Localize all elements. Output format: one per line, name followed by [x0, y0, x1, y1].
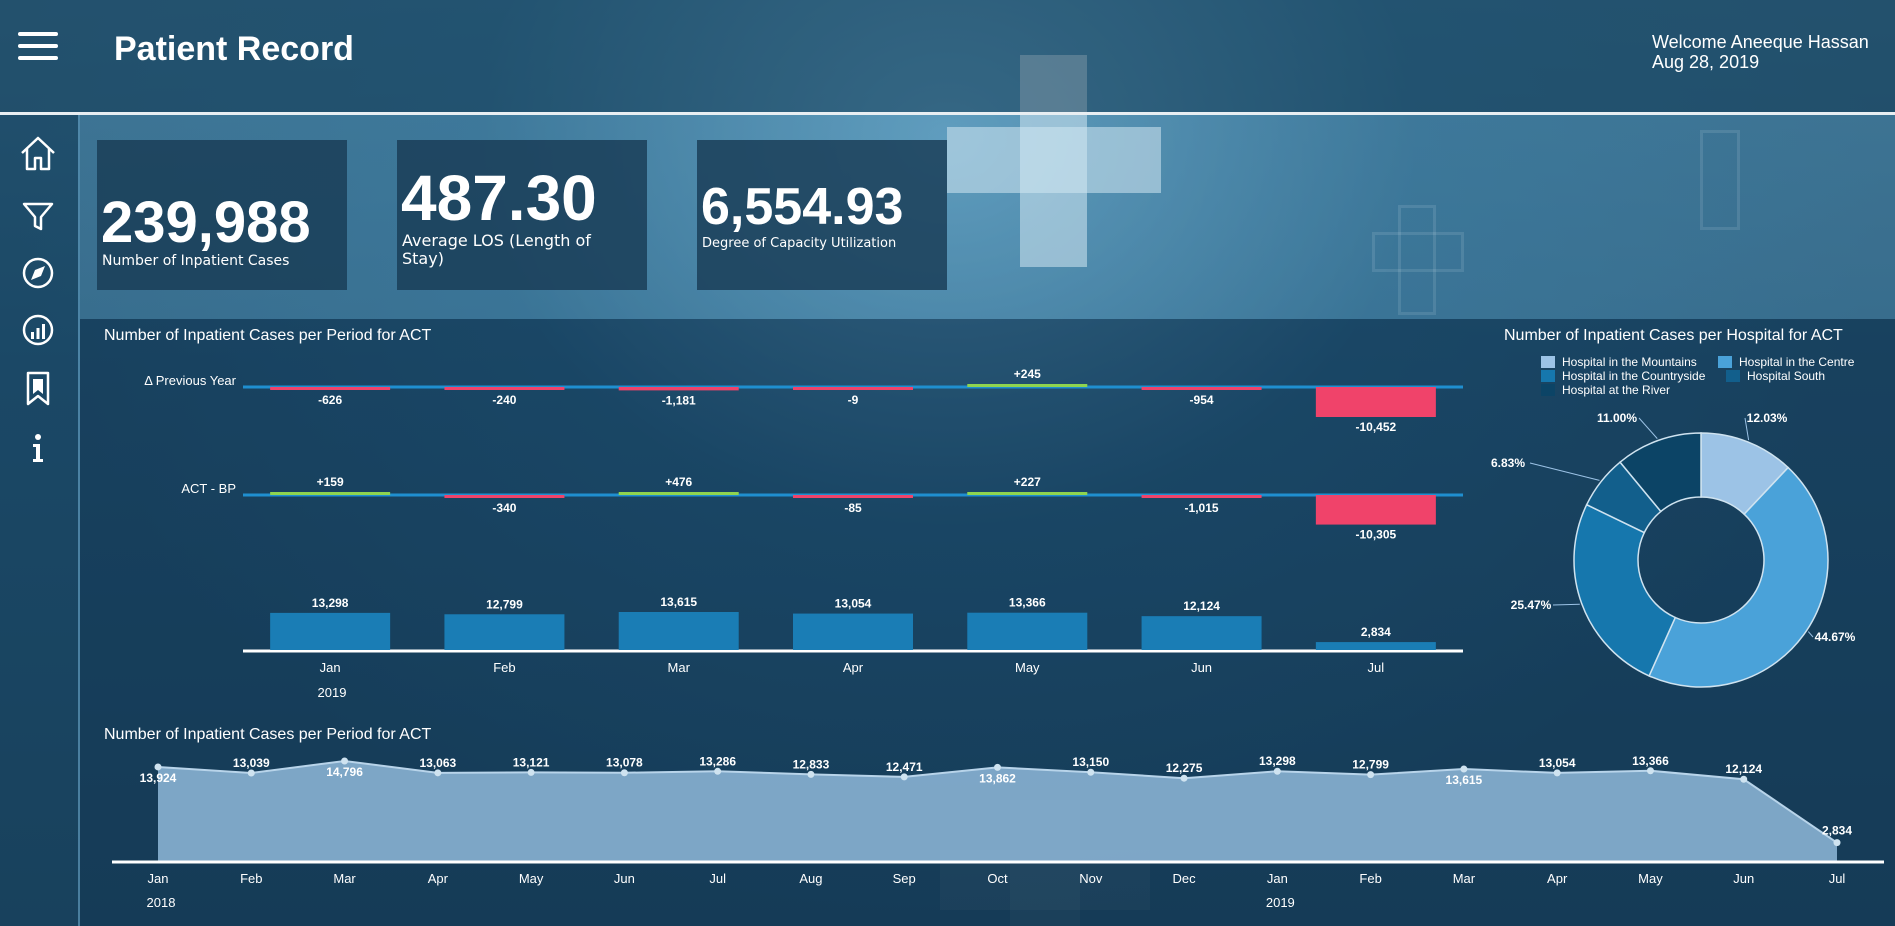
x-tick-label: Mar: [1453, 871, 1476, 886]
area-value-label: 12,471: [886, 760, 923, 774]
area-point: [994, 763, 1001, 771]
x-tick-label: Dec: [1172, 871, 1196, 886]
area-point: [247, 769, 255, 777]
area-value-label: 13,039: [233, 756, 270, 770]
area-point: [154, 763, 162, 771]
area-point: [620, 769, 628, 777]
area-value-label: 2,834: [1822, 824, 1852, 838]
area-point: [1087, 768, 1095, 776]
area-value-label: 13,054: [1539, 756, 1576, 770]
x-tick-label: Feb: [240, 871, 262, 886]
x-tick-label: Feb: [1359, 871, 1381, 886]
area-value-label: 13,298: [1259, 754, 1296, 768]
area-value-label: 12,833: [793, 757, 830, 771]
area-point: [1180, 774, 1188, 782]
x-tick-label: Jul: [709, 871, 726, 886]
x-tick-label: Aug: [799, 871, 822, 886]
area-point: [341, 757, 349, 765]
x-tick-label: Jun: [1733, 871, 1754, 886]
area-point: [1646, 767, 1654, 775]
x-tick-label: Jun: [614, 871, 635, 886]
area-point: [714, 767, 722, 775]
x-tick-label: Jul: [1829, 871, 1846, 886]
area-value-label: 13,924: [140, 771, 177, 785]
area-value-label: 12,124: [1725, 762, 1762, 776]
monthly-area-chart[interactable]: 13,924 Jan 13,039 Feb 14,796 Mar 13,063 Apr 13,1…: [0, 0, 1895, 926]
x-tick-label: Nov: [1079, 871, 1103, 886]
area-point: [1833, 839, 1841, 847]
area-value-label: 13,615: [1446, 773, 1483, 787]
area-point: [1273, 767, 1281, 775]
area-value-label: 12,275: [1166, 761, 1203, 775]
area-point: [1460, 765, 1468, 773]
x-tick-label: Apr: [1547, 871, 1568, 886]
area-point: [434, 769, 442, 777]
x-tick-label: Oct: [987, 871, 1008, 886]
area-value-label: 13,286: [699, 754, 736, 768]
area-value-label: 13,121: [513, 755, 550, 769]
area-point: [1553, 769, 1561, 777]
area-point: [527, 768, 535, 776]
area-value-label: 13,063: [419, 756, 456, 770]
area-value-label: 12,799: [1352, 758, 1389, 772]
area-value-label: 13,078: [606, 756, 643, 770]
x-tick-label: May: [1638, 871, 1663, 886]
area-value-label: 13,366: [1632, 754, 1669, 768]
area-point: [900, 773, 908, 781]
area-point: [1740, 775, 1748, 783]
x-tick-label: Mar: [333, 871, 356, 886]
area-value-label: 13,150: [1072, 755, 1109, 769]
area-point: [807, 770, 815, 778]
area-point: [1367, 771, 1375, 779]
x-year-label: 2018: [147, 895, 176, 910]
x-tick-label: Sep: [893, 871, 916, 886]
x-year-label: 2019: [1266, 895, 1295, 910]
x-tick-label: May: [519, 871, 544, 886]
area-value-label: 13,862: [979, 771, 1016, 785]
x-tick-label: Jan: [1267, 871, 1288, 886]
area-value-label: 14,796: [326, 765, 363, 779]
x-tick-label: Apr: [428, 871, 449, 886]
x-tick-label: Jan: [148, 871, 169, 886]
